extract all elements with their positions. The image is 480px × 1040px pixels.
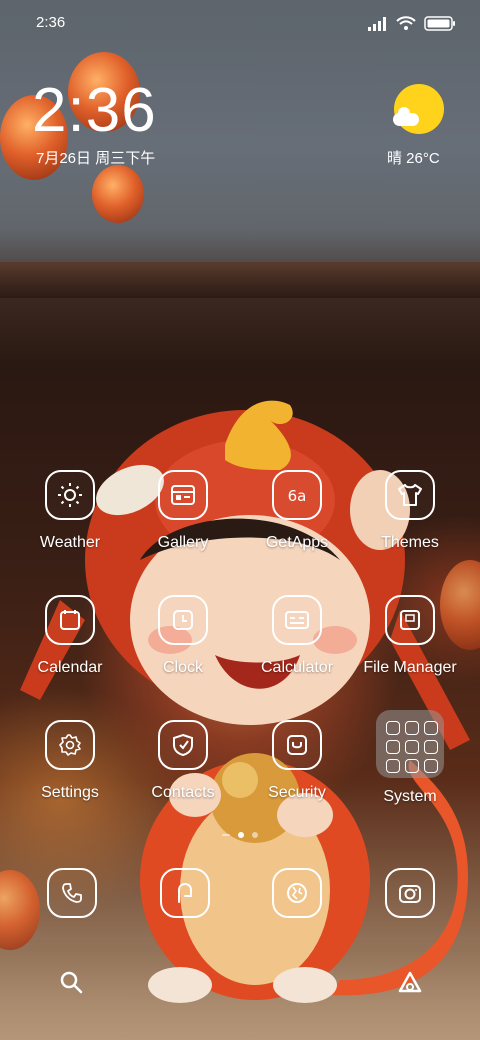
app-themes[interactable]: Themes	[355, 470, 465, 552]
app-weather[interactable]: Weather	[15, 470, 125, 552]
page-dot-active	[238, 832, 244, 838]
app-label: Gallery	[157, 534, 209, 551]
mini-app-icon	[405, 759, 419, 773]
getapps-icon: 6a	[272, 470, 322, 520]
shield-icon	[272, 720, 322, 770]
app-vault-icon[interactable]	[397, 970, 423, 994]
mini-app-icon	[405, 740, 419, 754]
mini-app-icon	[424, 721, 438, 735]
gallery-icon	[158, 470, 208, 520]
mini-app-icon	[424, 740, 438, 754]
search-icon[interactable]	[59, 970, 83, 994]
app-label: Clock	[162, 659, 203, 676]
app-label: System	[383, 788, 437, 805]
mini-app-icon	[386, 759, 400, 773]
app-system-folder[interactable]: System	[355, 710, 465, 806]
wifi-icon	[396, 16, 416, 30]
mini-app-icon	[424, 759, 438, 773]
app-clock[interactable]: Clock	[128, 595, 238, 677]
mini-app-icon	[386, 721, 400, 735]
app-security[interactable]: Security	[242, 720, 352, 802]
folder-icon	[385, 595, 435, 645]
app-label: File Manager	[363, 659, 457, 676]
dock-camera[interactable]	[383, 868, 437, 922]
status-time: 2:36	[36, 14, 66, 31]
shirt-icon	[385, 470, 435, 520]
app-label: Contacts	[151, 784, 215, 801]
page-indicator[interactable]	[0, 832, 480, 838]
app-label: Security	[268, 784, 326, 801]
contacts-icon	[158, 720, 208, 770]
browser-icon	[272, 868, 322, 918]
svg-text:6a: 6a	[288, 487, 307, 505]
message-icon	[160, 868, 210, 918]
sun-icon	[45, 470, 95, 520]
dock-messages[interactable]	[158, 868, 212, 922]
page-dot	[252, 832, 258, 838]
weather-widget-text: 晴 26°C	[387, 150, 440, 167]
app-file-manager[interactable]: File Manager	[355, 595, 465, 677]
clock-widget-time[interactable]: 2:36	[32, 80, 157, 142]
camera-icon	[385, 868, 435, 918]
dock-phone[interactable]	[45, 868, 99, 922]
clock-widget-date[interactable]: 7月26日 周三下午	[36, 147, 155, 168]
mini-app-icon	[405, 721, 419, 735]
status-bar: 2:36	[0, 10, 480, 36]
app-label: Calendar	[37, 659, 103, 676]
app-contacts[interactable]: Contacts	[128, 720, 238, 802]
app-gallery[interactable]: Gallery	[128, 470, 238, 552]
app-label: GetApps	[265, 534, 329, 551]
gear-icon	[45, 720, 95, 770]
status-icons	[368, 16, 456, 31]
folder-grid-icon	[376, 710, 444, 778]
app-getapps[interactable]: 6a GetApps	[242, 470, 352, 552]
phone-icon	[47, 868, 97, 918]
app-label: Calculator	[260, 659, 334, 676]
page-indicator-menu	[222, 834, 230, 836]
app-label: Themes	[381, 534, 439, 551]
cloud-icon	[393, 107, 419, 126]
calendar-icon	[45, 595, 95, 645]
app-calculator[interactable]: Calculator	[242, 595, 352, 677]
clock-icon	[158, 595, 208, 645]
battery-icon	[424, 16, 455, 31]
signal-icon	[368, 16, 386, 31]
app-label: Settings	[41, 784, 99, 801]
dock-browser[interactable]	[270, 868, 324, 922]
calculator-icon	[272, 595, 322, 645]
app-settings[interactable]: Settings	[15, 720, 125, 802]
app-label: Weather	[39, 534, 101, 551]
app-calendar[interactable]: Calendar	[15, 595, 125, 677]
mini-app-icon	[386, 740, 400, 754]
